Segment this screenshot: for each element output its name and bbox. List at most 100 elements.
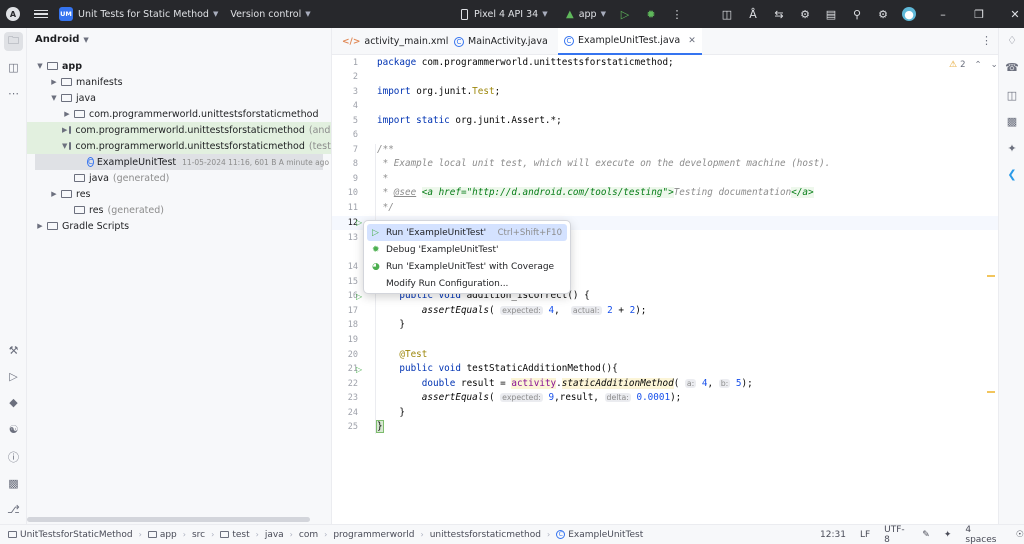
logcat-icon[interactable]: ☯ [6, 422, 21, 437]
settings-gear-icon[interactable]: ⚙ [876, 7, 890, 21]
more-tabs-icon[interactable]: ⋮ [981, 34, 992, 47]
translate-icon[interactable]: Å [746, 7, 760, 21]
run-icon[interactable]: ▷ [618, 7, 632, 21]
line-separator[interactable]: LF [860, 530, 870, 540]
read-only-toggle-icon[interactable]: ✎ [922, 530, 930, 540]
running-devices-icon[interactable]: ▩ [1005, 114, 1019, 128]
menu-item-debug[interactable]: ✹ Debug 'ExampleUnitTest' [367, 241, 567, 258]
code-line: */ [377, 202, 394, 213]
ai-assistant-icon[interactable]: ✦ [944, 530, 952, 540]
build-hammer-icon[interactable]: ⚒ [6, 343, 21, 358]
project-view-selector[interactable]: Android ▼ [35, 34, 89, 45]
project-folder-icon[interactable]: 🗀 [4, 32, 23, 51]
problems-icon[interactable]: ⓘ [6, 449, 21, 464]
search-icon[interactable]: ⚲ [850, 7, 864, 21]
chevron-down-icon[interactable]: ▼ [49, 94, 59, 102]
chevron-down-icon[interactable]: ▼ [62, 142, 67, 150]
scrollbar-marker[interactable] [987, 391, 995, 393]
tree-item-package-androidtest[interactable]: ▶ com.programmerworld.unittestsforstatic… [27, 122, 331, 138]
breadcrumb-item[interactable]: unittestsforstaticmethod [430, 530, 541, 540]
breadcrumb-item[interactable]: com [299, 530, 318, 540]
git-branch-icon[interactable]: ☉ [1016, 530, 1024, 540]
package-icon [69, 126, 72, 134]
line-number: 17 [347, 306, 358, 316]
indent-setting[interactable]: 4 spaces [965, 525, 1002, 544]
flutter-icon[interactable]: ❮ [1005, 167, 1019, 181]
tree-item-res[interactable]: ▶ res [27, 186, 331, 202]
project-name[interactable]: Unit Tests for Static Method [78, 9, 209, 20]
chevron-down-icon[interactable]: ▼ [213, 10, 218, 18]
sync-gradle-icon[interactable]: ⇆ [772, 7, 786, 21]
close-tab-icon[interactable]: ✕ [688, 36, 696, 46]
chevron-right-icon[interactable]: ▶ [62, 110, 72, 118]
line-number: 25 [347, 422, 358, 432]
chevron-up-icon[interactable]: ⌃ [975, 60, 982, 70]
tab-activity-main-xml[interactable]: </> activity_main.xml [336, 28, 454, 55]
tree-item-package-main[interactable]: ▶ com.programmerworld.unittestsforstatic… [27, 106, 331, 122]
project-badge[interactable]: UM [59, 7, 73, 21]
version-control-menu[interactable]: Version control [230, 9, 301, 20]
bug-icon[interactable]: ⚙ [798, 7, 812, 21]
chevron-right-icon[interactable]: ▶ [49, 78, 59, 86]
terminal-icon[interactable]: ▩ [6, 476, 21, 491]
tree-item-gradle-scripts[interactable]: ▶ Gradle Scripts [27, 218, 331, 234]
tab-main-activity-java[interactable]: C MainActivity.java [448, 28, 554, 55]
resource-manager-icon[interactable]: ◫ [6, 60, 21, 75]
run-tool-icon[interactable]: ▷ [6, 369, 21, 384]
more-actions-icon[interactable]: ⋮ [670, 7, 684, 21]
inspection-widget[interactable]: ⚠ 2 ⌃ ⌄ [949, 60, 998, 70]
chevron-down-icon[interactable]: ▼ [35, 62, 45, 70]
minimize-icon[interactable]: – [936, 7, 950, 21]
main-menu-icon[interactable] [34, 9, 48, 19]
sdk-manager-icon[interactable]: ▤ [824, 7, 838, 21]
android-studio-logo-icon[interactable]: A [6, 7, 20, 21]
run-test-gutter-icon[interactable]: ▷ [356, 292, 365, 301]
chevron-down-icon[interactable]: ⌄ [991, 60, 998, 70]
tree-item-app[interactable]: ▼ app [27, 58, 331, 74]
breadcrumb-item[interactable]: ExampleUnitTest [568, 530, 643, 540]
chevron-right-icon[interactable]: ▶ [35, 222, 45, 230]
gemini-sparkle-icon[interactable]: ✦ [1005, 141, 1019, 155]
menu-item-coverage[interactable]: ◕ Run 'ExampleUnitTest' with Coverage [367, 258, 567, 275]
tree-item-manifests[interactable]: ▶ manifests [27, 74, 331, 90]
chevron-right-icon[interactable]: ▶ [49, 190, 59, 198]
breadcrumb-item[interactable]: src [192, 530, 205, 540]
menu-item-label: Modify Run Configuration... [386, 278, 509, 289]
notifications-bell-icon[interactable]: ♢ [1005, 33, 1019, 47]
menu-item-label: Debug 'ExampleUnitTest' [386, 244, 499, 255]
debug-icon[interactable]: ✹ [644, 7, 658, 21]
tree-item-java-generated[interactable]: java (generated) [27, 170, 331, 186]
user-avatar-icon[interactable]: ● [902, 7, 916, 21]
device-manager-icon[interactable]: ◫ [720, 7, 734, 21]
menu-item-run[interactable]: ▷ Run 'ExampleUnitTest' Ctrl+Shift+F10 [367, 224, 567, 241]
more-tools-icon[interactable]: ⋯ [6, 86, 21, 101]
tree-item-package-test[interactable]: ▼ com.programmerworld.unittestsforstatic… [27, 138, 331, 154]
tab-example-unit-test-java[interactable]: C ExampleUnitTest.java ✕ [558, 28, 702, 55]
tree-item-java[interactable]: ▼ java [27, 90, 331, 106]
cursor-position[interactable]: 12:31 [820, 530, 846, 540]
gem-icon[interactable]: ◆ [6, 395, 21, 410]
git-icon[interactable]: ⎇ [6, 502, 21, 517]
file-encoding[interactable]: UTF-8 [884, 525, 908, 544]
breadcrumb-item[interactable]: programmerworld [333, 530, 414, 540]
breadcrumb-item[interactable]: java [265, 530, 284, 540]
scrollbar-marker[interactable] [987, 275, 995, 277]
chevron-right-icon[interactable]: ▶ [62, 126, 67, 134]
close-icon[interactable]: ✕ [1008, 7, 1022, 21]
restore-icon[interactable]: ❐ [972, 7, 986, 21]
run-config-selector[interactable]: ▲ app ▼ [566, 0, 606, 28]
device-manager-icon[interactable]: ◫ [1005, 88, 1019, 102]
run-test-gutter-icon[interactable]: ▷ [356, 365, 365, 374]
breadcrumb-item[interactable]: app [160, 530, 177, 540]
chevron-down-icon[interactable]: ▼ [305, 10, 310, 18]
tree-item-res-generated[interactable]: res (generated) [27, 202, 331, 218]
breadcrumb-item[interactable]: test [232, 530, 249, 540]
gradle-elephant-icon[interactable]: ☎ [1005, 60, 1019, 74]
menu-item-modify-config[interactable]: Modify Run Configuration... [367, 275, 567, 292]
tree-item-example-unit-test[interactable]: C ExampleUnitTest 11-05-2024 11:16, 601 … [35, 154, 329, 170]
breadcrumb: UnitTestsforStaticMethod › app › src › t… [8, 530, 643, 540]
breadcrumb-item[interactable]: UnitTestsforStaticMethod [20, 530, 133, 540]
device-selector[interactable]: Pixel 4 API 34 ▼ [461, 0, 548, 28]
horizontal-scrollbar[interactable] [27, 517, 310, 522]
code-line: * [377, 173, 389, 184]
